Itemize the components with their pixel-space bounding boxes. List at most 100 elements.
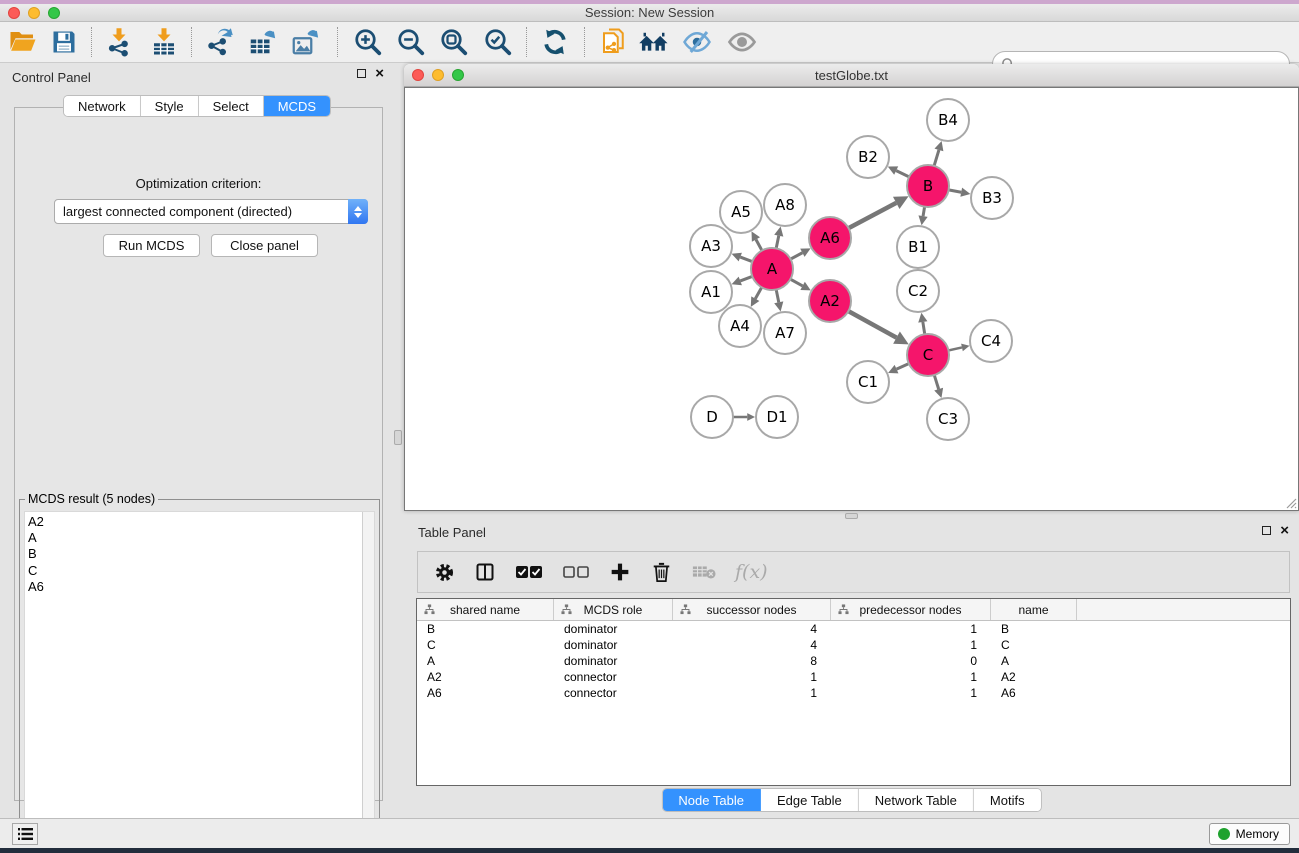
graph-node-C4[interactable]: C4 (970, 320, 1012, 362)
zoom-in-button[interactable] (350, 24, 386, 60)
close-panel-icon[interactable]: × (375, 69, 384, 78)
column-header-mcds-role[interactable]: MCDS role (554, 599, 673, 620)
graph-node-A[interactable]: A (751, 248, 793, 290)
node-table[interactable]: shared nameMCDS rolesuccessor nodesprede… (416, 598, 1291, 786)
export-network-button[interactable] (201, 24, 237, 60)
mcds-panel: Optimization criterion: largest connecte… (14, 107, 383, 801)
table-tab-motifs[interactable]: Motifs (974, 789, 1041, 811)
table-row[interactable]: Cdominator41C (417, 637, 1290, 653)
main-toolbar (0, 22, 1299, 63)
column-visibility-icon[interactable] (473, 560, 497, 584)
import-network-button[interactable] (101, 24, 137, 60)
table-tab-edge-table[interactable]: Edge Table (761, 789, 859, 811)
mcds-result-item[interactable]: C (28, 563, 362, 579)
table-toolbar: f(x) (417, 551, 1290, 593)
graph-node-D[interactable]: D (691, 396, 733, 438)
add-column-icon[interactable] (608, 560, 632, 584)
graph-node-B1[interactable]: B1 (897, 226, 939, 268)
graph-node-C1[interactable]: C1 (847, 361, 889, 403)
network-canvas[interactable]: B4 B2 B B3 A8A5 A6 A3 B1 A A1 C2 A2 A4A7 C4 C C1 C3 D D1 (404, 87, 1299, 511)
column-header-successor-nodes[interactable]: successor nodes (673, 599, 831, 620)
mcds-result-list[interactable]: A2ABCA6 (25, 512, 362, 834)
graph-node-A6[interactable]: A6 (809, 217, 851, 259)
resize-grip[interactable] (1283, 495, 1297, 509)
table-tab-node-table[interactable]: Node Table (662, 789, 761, 811)
svg-text:A6: A6 (820, 229, 840, 247)
table-settings-gear-icon[interactable] (432, 560, 456, 584)
float-panel-icon[interactable] (357, 69, 366, 78)
tab-select[interactable]: Select (199, 96, 264, 116)
status-bar: Memory (0, 818, 1299, 848)
open-session-button[interactable] (5, 24, 41, 60)
table-row[interactable]: A6connector11A6 (417, 685, 1290, 701)
graph-node-A8[interactable]: A8 (764, 184, 806, 226)
horizontal-splitter-handle[interactable] (845, 513, 858, 519)
table-cell: C (417, 638, 554, 652)
float-table-panel-icon[interactable] (1262, 526, 1271, 535)
function-builder-icon[interactable]: f(x) (735, 561, 768, 583)
column-header-predecessor-nodes[interactable]: predecessor nodes (831, 599, 991, 620)
network-window-title: testGlobe.txt (404, 68, 1299, 83)
save-session-button[interactable] (46, 24, 82, 60)
zoom-fit-button[interactable] (436, 24, 472, 60)
mcds-list-scrollbar[interactable] (362, 512, 374, 834)
edge-arrowhead (774, 227, 783, 237)
mcds-result-item[interactable]: A (28, 530, 362, 546)
mcds-result-item[interactable]: B (28, 546, 362, 562)
mcds-result-item[interactable]: A2 (28, 514, 362, 530)
network-window-titlebar[interactable]: testGlobe.txt (404, 64, 1299, 87)
graph-node-A7[interactable]: A7 (764, 312, 806, 354)
table-row[interactable]: Adominator80A (417, 653, 1290, 669)
mcds-result-item[interactable]: A6 (28, 579, 362, 595)
zoom-out-button[interactable] (393, 24, 429, 60)
graph-node-B4[interactable]: B4 (927, 99, 969, 141)
graph-node-B2[interactable]: B2 (847, 136, 889, 178)
close-panel-button[interactable]: Close panel (211, 234, 318, 257)
column-header-name[interactable]: name (991, 599, 1077, 620)
graph-node-A5[interactable]: A5 (720, 191, 762, 233)
graph-node-A3[interactable]: A3 (690, 225, 732, 267)
session-from-network-icon-button[interactable] (596, 24, 632, 60)
graph-node-A4[interactable]: A4 (719, 305, 761, 347)
select-all-checkboxes-icon[interactable] (514, 560, 544, 584)
memory-status-icon (1218, 828, 1230, 840)
control-panel-title: Control Panel (12, 70, 91, 85)
graph-node-C3[interactable]: C3 (927, 398, 969, 440)
column-header-shared-name[interactable]: shared name (417, 599, 554, 620)
graph-node-A1[interactable]: A1 (690, 271, 732, 313)
tab-mcds[interactable]: MCDS (264, 96, 330, 116)
memory-label: Memory (1236, 827, 1279, 841)
deselect-all-checkboxes-icon[interactable] (561, 560, 591, 584)
svg-text:B1: B1 (908, 238, 928, 256)
table-row[interactable]: A2connector11A2 (417, 669, 1290, 685)
vertical-splitter-handle[interactable] (394, 430, 402, 445)
graph-node-A2[interactable]: A2 (809, 280, 851, 322)
graph-node-B[interactable]: B (907, 165, 949, 207)
memory-button[interactable]: Memory (1209, 823, 1290, 845)
toolbar-separator (584, 27, 585, 57)
graph-node-D1[interactable]: D1 (756, 396, 798, 438)
hide-graphics-details-button[interactable] (679, 24, 715, 60)
delete-column-trash-icon[interactable] (649, 560, 673, 584)
edge-arrowhead (774, 301, 783, 311)
show-graphics-details-button[interactable] (724, 24, 760, 60)
home-layout-button[interactable] (636, 24, 672, 60)
export-table-button[interactable] (244, 24, 280, 60)
table-row[interactable]: Bdominator41B (417, 621, 1290, 637)
graph-node-B3[interactable]: B3 (971, 177, 1013, 219)
close-table-panel-icon[interactable]: × (1280, 526, 1289, 535)
graph-node-C2[interactable]: C2 (897, 270, 939, 312)
graph-node-C[interactable]: C (907, 334, 949, 376)
delete-table-icon[interactable] (690, 560, 718, 584)
import-table-button[interactable] (146, 24, 182, 60)
refresh-button[interactable] (537, 24, 573, 60)
svg-text:A2: A2 (820, 292, 840, 310)
tab-network[interactable]: Network (64, 96, 141, 116)
zoom-selected-button[interactable] (480, 24, 516, 60)
table-tab-network-table[interactable]: Network Table (859, 789, 974, 811)
run-mcds-button[interactable]: Run MCDS (103, 234, 200, 257)
tab-style[interactable]: Style (141, 96, 199, 116)
export-image-button[interactable] (287, 24, 323, 60)
optimization-criterion-select[interactable]: largest connected component (directed) (54, 199, 368, 224)
task-history-list-button[interactable] (12, 823, 38, 845)
